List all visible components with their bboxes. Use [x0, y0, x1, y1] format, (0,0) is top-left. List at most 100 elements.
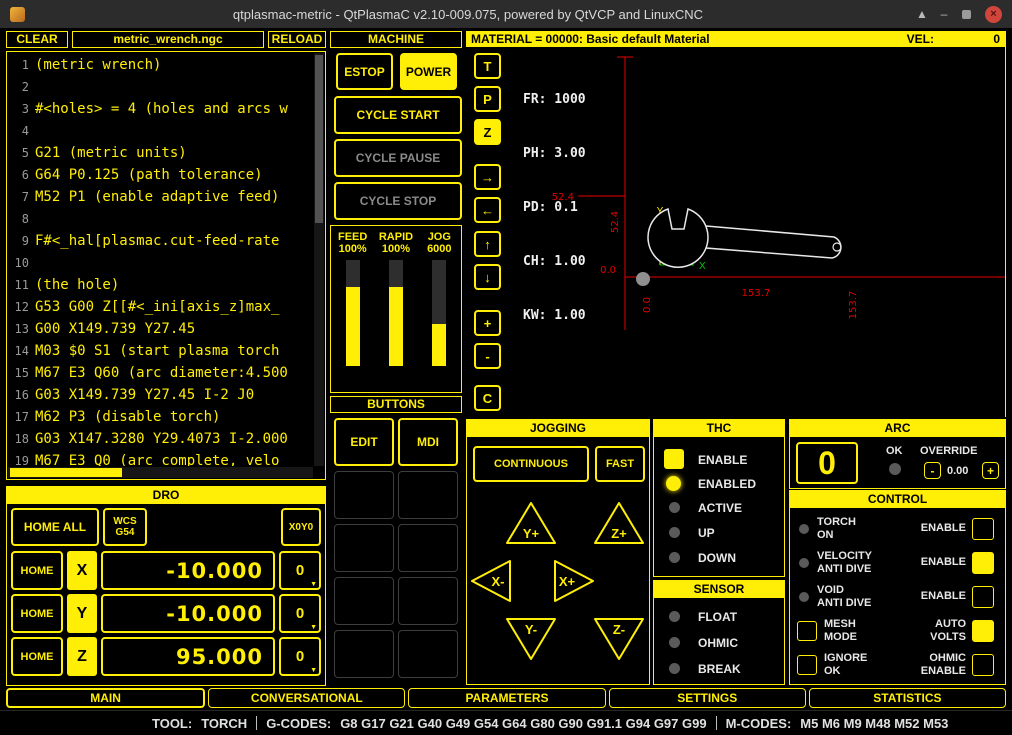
gcode-line: 9F#<_hal[plasmac.cut-feed-rate	[9, 230, 312, 252]
pan-down-button[interactable]: ↓	[474, 264, 501, 290]
arc-override-label: OVERRIDE	[920, 445, 977, 457]
buttons-panel-title: BUTTONS	[330, 396, 462, 413]
velocity-label: VEL:	[907, 32, 934, 46]
jog-slider[interactable]	[432, 260, 446, 366]
override-plus-button[interactable]: +	[982, 462, 999, 479]
tab-statistics[interactable]: STATISTICS	[809, 688, 1006, 708]
dim-left-height: 52.4	[610, 211, 621, 233]
wrench-toolpath	[648, 209, 841, 267]
thc-enabled-led	[666, 476, 681, 491]
tab-main[interactable]: MAIN	[6, 688, 205, 708]
custom-button-slot	[334, 471, 394, 519]
control-row-velocity: VELOCITYANTI DIVE ENABLE	[790, 546, 1005, 580]
thc-down-label: DOWN	[698, 551, 736, 565]
arc-override-value: 0.00	[947, 465, 968, 477]
thc-active-label: ACTIVE	[698, 501, 742, 515]
axis-z-label: Z	[67, 637, 97, 676]
ignore-ok-checkbox[interactable]	[797, 655, 817, 675]
wcs-button[interactable]: WCSG54	[103, 508, 147, 546]
zoom-out-button[interactable]: -	[474, 343, 501, 369]
jog-continuous-button[interactable]: CONTINUOUS	[473, 446, 589, 482]
rapid-slider[interactable]	[389, 260, 403, 366]
cycle-pause-button[interactable]: CYCLE PAUSE	[334, 139, 462, 177]
void-anti-dive-checkbox[interactable]	[972, 586, 994, 608]
jog-fast-button[interactable]: FAST	[595, 446, 645, 482]
x-axis-label: X	[699, 261, 706, 272]
view-p-button[interactable]: P	[474, 86, 501, 112]
jog-x-plus-button[interactable]: X+	[552, 558, 596, 604]
home-x-button[interactable]: HOME	[11, 551, 63, 590]
tab-settings[interactable]: SETTINGS	[609, 688, 806, 708]
view-z-button[interactable]: Z	[474, 119, 501, 145]
jog-y-plus-button[interactable]: Y+	[504, 500, 558, 546]
cycle-stop-button[interactable]: CYCLE STOP	[334, 182, 462, 220]
gcode-vertical-scrollbar[interactable]	[314, 53, 324, 466]
estop-button[interactable]: ESTOP	[336, 53, 393, 90]
float-label: FLOAT	[698, 610, 737, 624]
scrollbar-thumb[interactable]	[315, 55, 323, 223]
pan-left-button[interactable]: ←	[474, 197, 501, 223]
gcode-line: 16G03 X149.739 Y27.45 I-2 J0	[9, 384, 312, 406]
gcode-viewer[interactable]: 1(metric wrench) 2 3#<holes> = 4 (holes …	[6, 51, 326, 480]
home-all-button[interactable]: HOME ALL	[11, 508, 99, 546]
gcode-header: CLEAR metric_wrench.ngc RELOAD	[6, 31, 326, 49]
cycle-start-button[interactable]: CYCLE START	[334, 96, 462, 134]
control-row-ignore: IGNOREOK OHMICENABLE	[790, 648, 1005, 682]
maximize-button[interactable]	[962, 10, 971, 19]
clear-view-button[interactable]: C	[474, 385, 501, 411]
power-button[interactable]: POWER	[400, 53, 457, 90]
offset-x-dropdown[interactable]: 0▼	[279, 551, 321, 590]
custom-button-slot	[398, 471, 458, 519]
tab-conversational[interactable]: CONVERSATIONAL	[208, 688, 405, 708]
home-y-button[interactable]: HOME	[11, 594, 63, 633]
window-title: qtplasmac-metric - QtPlasmaC v2.10-009.0…	[25, 7, 911, 22]
mdi-button[interactable]: MDI	[398, 418, 458, 466]
pan-up-button[interactable]: ↑	[474, 231, 501, 257]
zoom-in-button[interactable]: +	[474, 310, 501, 336]
gcode-line: 14M03 $0 S1 (start plasma torch	[9, 340, 312, 362]
kerf-width-readout: KW: 1.00	[523, 307, 586, 325]
jog-z-minus-button[interactable]: Z-	[592, 616, 646, 662]
feed-slider[interactable]	[346, 260, 360, 366]
gcode-line: 6G64 P0.125 (path tolerance)	[9, 164, 312, 186]
offset-y-dropdown[interactable]: 0▼	[279, 594, 321, 633]
dim-x-zero: 0.0	[600, 265, 616, 276]
axis-x-label: X	[67, 551, 97, 590]
gcode-line: 2	[9, 76, 312, 98]
override-minus-button[interactable]: -	[924, 462, 941, 479]
ohmic-enable-checkbox[interactable]	[972, 654, 994, 676]
jog-x-minus-button[interactable]: X-	[469, 558, 513, 604]
ohmic-label: OHMIC	[698, 636, 738, 650]
close-button[interactable]: ×	[985, 6, 1002, 23]
velocity-value: 0	[993, 32, 1000, 46]
jog-z-plus-button[interactable]: Z+	[592, 500, 646, 546]
mesh-mode-checkbox[interactable]	[797, 621, 817, 641]
clear-button[interactable]: CLEAR	[6, 31, 68, 48]
svg-text:Y+: Y+	[523, 526, 540, 541]
thc-enable-checkbox[interactable]	[664, 449, 684, 469]
mcodes-label: M-CODES:	[726, 716, 792, 731]
torch-enable-checkbox[interactable]	[972, 518, 994, 540]
gcode-line: 3#<holes> = 4 (holes and arcs w	[9, 98, 312, 120]
reload-button[interactable]: RELOAD	[268, 31, 326, 48]
home-z-button[interactable]: HOME	[11, 637, 63, 676]
dro-z-value: 95.000	[101, 637, 275, 676]
gcode-preview[interactable]: 52.4 52.4 0.0 153.7 0.0 153.7 Y X FR: 10…	[466, 47, 1006, 417]
velocity-anti-dive-checkbox[interactable]	[972, 552, 994, 574]
custom-button-slot	[334, 524, 394, 572]
control-row-torch: TORCHON ENABLE	[790, 512, 1005, 546]
edit-button[interactable]: EDIT	[334, 418, 394, 466]
x0y0-button[interactable]: X0Y0	[281, 508, 321, 546]
auto-volts-checkbox[interactable]	[972, 620, 994, 642]
gcode-horizontal-scrollbar[interactable]	[8, 467, 313, 478]
offset-z-dropdown[interactable]: 0▼	[279, 637, 321, 676]
shade-button[interactable]: ▲	[911, 7, 933, 21]
tab-parameters[interactable]: PARAMETERS	[408, 688, 605, 708]
view-t-button[interactable]: T	[474, 53, 501, 79]
jog-y-minus-button[interactable]: Y-	[504, 616, 558, 662]
gcode-line: 8	[9, 208, 312, 230]
material-label[interactable]: MATERIAL = 00000: Basic default Material	[471, 32, 710, 46]
minimize-button[interactable]: –	[933, 7, 955, 21]
pan-right-button[interactable]: →	[474, 164, 501, 190]
scrollbar-thumb[interactable]	[10, 468, 122, 477]
